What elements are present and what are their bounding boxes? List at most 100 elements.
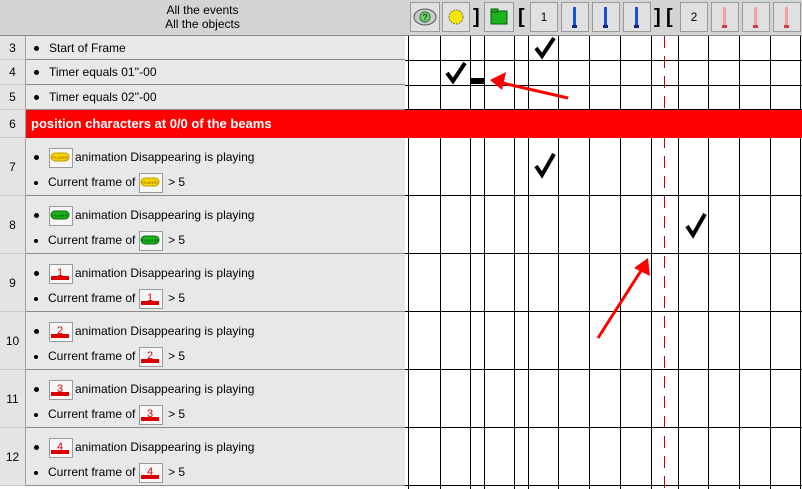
condition-text: animation Disappearing is playing <box>75 266 255 281</box>
condition-row[interactable]: PLAYER animation Disappearing is playing … <box>26 196 405 254</box>
folder-icon <box>490 8 508 25</box>
row-number[interactable]: 6 <box>0 110 26 138</box>
bullet-icon <box>34 155 39 160</box>
checkmark-icon[interactable] <box>443 60 469 85</box>
bullet-icon <box>34 445 39 450</box>
timer-object-button[interactable] <box>442 2 470 32</box>
blue-object-icon <box>603 7 608 28</box>
help-icon: ? <box>413 8 437 26</box>
svg-text:3: 3 <box>147 408 153 420</box>
number-object-icon: 2 <box>138 347 163 367</box>
red-object-icon <box>722 7 727 28</box>
grid-column-line <box>408 36 409 489</box>
condition-row[interactable]: 3 animation Disappearing is playing Curre… <box>26 370 405 428</box>
bracket-open: [ <box>518 6 525 28</box>
checkmark-icon[interactable] <box>532 36 558 60</box>
condition-row[interactable]: 2 animation Disappearing is playing Curre… <box>26 312 405 370</box>
condition-text: Timer equals 01''-00 <box>49 65 157 79</box>
condition-text: Current frame of <box>48 349 136 364</box>
bullet-icon <box>34 329 39 334</box>
timer-icon <box>448 9 464 25</box>
header-all-events: All the events <box>166 3 239 17</box>
condition-text: animation Disappearing is playing <box>75 208 255 223</box>
number-object-icon: 1 <box>138 289 163 309</box>
grid-column-line <box>770 36 771 489</box>
grid-column-line <box>800 36 801 489</box>
row-number[interactable]: 5 <box>0 85 26 110</box>
number-object-icon: 2 <box>49 322 73 342</box>
grid-column-line <box>678 36 679 489</box>
help-object-button[interactable]: ? <box>410 2 440 32</box>
condition-value: > 5 <box>168 465 186 480</box>
folder-object-button[interactable] <box>484 2 514 32</box>
blue-object-2[interactable] <box>592 2 620 32</box>
red-object-2[interactable] <box>742 2 770 32</box>
condition-row[interactable]: Timer equals 01''-00 <box>26 60 405 85</box>
svg-text:4: 4 <box>147 466 153 478</box>
row-number[interactable]: 12 <box>0 428 26 486</box>
bracket-close-2: ] <box>654 6 661 28</box>
bracket-close: ] <box>473 6 480 28</box>
condition-row[interactable]: Timer equals 02''-00 <box>26 85 405 110</box>
sub-bullet-icon <box>34 354 38 359</box>
condition-row[interactable]: 1 animation Disappearing is playing Curre… <box>26 254 405 312</box>
player-object-icon: PLAYER <box>49 206 73 226</box>
bullet-icon <box>34 45 39 51</box>
condition-value: > 5 <box>168 407 186 422</box>
row-number[interactable]: 7 <box>0 138 26 196</box>
grid-row-line <box>405 427 802 428</box>
checkmark-icon[interactable] <box>532 150 558 180</box>
blue-object-1[interactable] <box>561 2 589 32</box>
condition-value: > 5 <box>168 175 186 190</box>
blue-object-icon <box>634 7 639 28</box>
number-object-icon: 3 <box>138 405 163 425</box>
blue-object-icon <box>572 7 577 28</box>
comment-row[interactable]: position characters at 0/0 of the beams <box>0 110 802 138</box>
condition-text: Timer equals 02''-00 <box>49 90 157 104</box>
number-object-icon: 4 <box>49 438 73 458</box>
number-object-icon: 3 <box>49 380 73 400</box>
condition-value: > 5 <box>168 233 186 248</box>
condition-value: > 5 <box>168 291 186 306</box>
group-1-header[interactable]: 1 <box>530 2 558 32</box>
svg-text:?: ? <box>423 13 428 22</box>
grid-row-line <box>405 85 802 86</box>
player-object-icon: PLAYER <box>138 173 163 193</box>
svg-text:3: 3 <box>57 383 63 395</box>
condition-value: > 5 <box>168 349 186 364</box>
row-number[interactable]: 11 <box>0 370 26 428</box>
grid-column-line <box>470 36 471 489</box>
condition-row[interactable]: 4 animation Disappearing is playing Curre… <box>26 428 405 486</box>
grid-row-line <box>405 369 802 370</box>
row-number[interactable]: 9 <box>0 254 26 312</box>
condition-row[interactable]: PLAYER animation Disappearing is playing … <box>26 138 405 196</box>
bullet-icon <box>34 213 39 218</box>
svg-text:1: 1 <box>57 267 63 279</box>
svg-text:PLAYER: PLAYER <box>52 155 68 160</box>
row-number[interactable]: 10 <box>0 312 26 370</box>
red-object-1[interactable] <box>711 2 739 32</box>
header-all-objects: All the objects <box>165 17 240 31</box>
svg-text:PLAYER: PLAYER <box>142 238 158 243</box>
grid-column-line <box>708 36 709 489</box>
condition-text: Current frame of <box>48 291 136 306</box>
red-object-3[interactable] <box>773 2 801 32</box>
checkmark-icon[interactable] <box>683 210 709 240</box>
row-number[interactable]: 4 <box>0 60 26 85</box>
row-number[interactable]: 8 <box>0 196 26 254</box>
svg-text:4: 4 <box>57 441 63 453</box>
condition-text: animation Disappearing is playing <box>75 382 255 397</box>
group-2-header[interactable]: 2 <box>680 2 708 32</box>
number-object-icon: 4 <box>138 463 163 483</box>
group-separator-dashed-line <box>664 36 665 489</box>
svg-text:2: 2 <box>57 325 63 337</box>
svg-text:2: 2 <box>147 350 153 362</box>
blue-object-3[interactable] <box>623 2 651 32</box>
sub-bullet-icon <box>34 470 38 475</box>
row-number[interactable]: 3 <box>0 36 26 60</box>
bracket-open-2: [ <box>666 6 673 28</box>
sub-bullet-icon <box>34 238 38 243</box>
condition-text: Current frame of <box>48 407 136 422</box>
condition-row[interactable]: Start of Frame <box>26 36 405 60</box>
red-object-icon <box>784 7 789 28</box>
